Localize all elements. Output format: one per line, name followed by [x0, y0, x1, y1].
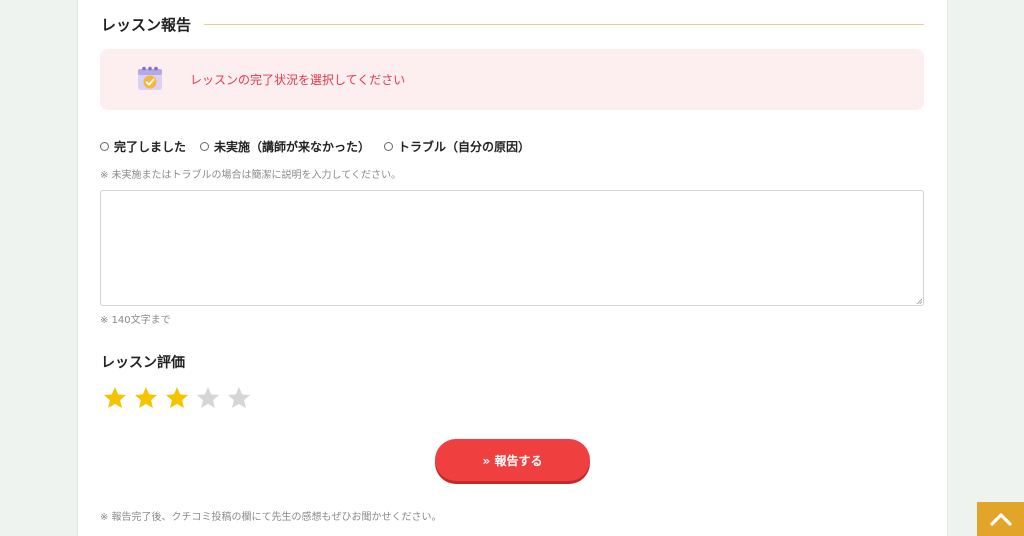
- radio-button[interactable]: [100, 141, 109, 151]
- star-filled-icon[interactable]: [102, 385, 128, 411]
- radio-button[interactable]: [200, 141, 210, 151]
- section-title: レッスン報告: [101, 15, 192, 34]
- radio-button[interactable]: [384, 141, 394, 151]
- submit-report-button[interactable]: » 報告する: [435, 439, 590, 481]
- alert-message: レッスンの完了状況を選択してください: [190, 73, 406, 87]
- radio-label: 未実施（講師が来なかった）: [214, 139, 371, 154]
- star-empty-icon[interactable]: [226, 385, 252, 411]
- explanation-note: ※ 未実施またはトラブルの場合は簡潔に説明を入力してください。: [100, 170, 401, 181]
- char-limit-note: ※ 140文字まで: [100, 315, 171, 326]
- section-divider: [204, 23, 924, 25]
- resize-handle-icon[interactable]: [916, 298, 922, 304]
- chevron-up-icon: [989, 513, 1012, 526]
- star-filled-icon[interactable]: [164, 385, 190, 411]
- footer-note: ※ 報告完了後、クチコミ投稿の欄にて先生の感想もぜひお聞かせください。: [100, 512, 442, 523]
- star-rating: [102, 385, 257, 411]
- star-empty-icon[interactable]: [195, 385, 221, 411]
- section-header: レッスン報告: [101, 12, 924, 36]
- radio-label: トラブル（自分の原因）: [398, 139, 531, 154]
- comment-textarea[interactable]: [100, 190, 924, 306]
- calendar-check-icon: [138, 66, 162, 90]
- status-radio-group: 完了しました 未実施（講師が来なかった） トラブル（自分の原因）: [100, 138, 544, 154]
- star-filled-icon[interactable]: [133, 385, 159, 411]
- rating-title: レッスン評価: [101, 355, 185, 371]
- radio-completed[interactable]: 完了しました: [100, 138, 186, 155]
- radio-trouble[interactable]: トラブル（自分の原因）: [384, 138, 530, 155]
- page-top-button[interactable]: [977, 502, 1024, 536]
- status-alert: レッスンの完了状況を選択してください: [100, 49, 924, 110]
- radio-label: 完了しました: [114, 139, 187, 154]
- radio-not-held[interactable]: 未実施（講師が来なかった）: [200, 138, 370, 155]
